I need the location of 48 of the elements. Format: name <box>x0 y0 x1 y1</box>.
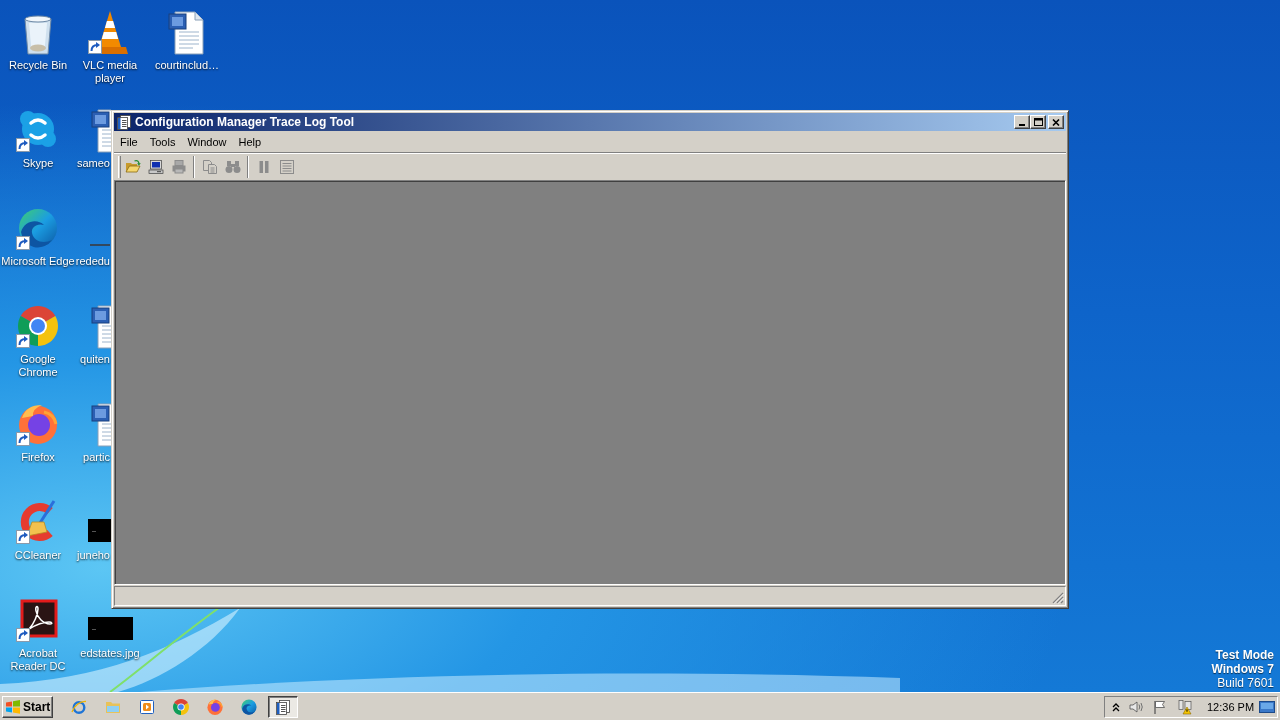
flag-icon[interactable] <box>1152 698 1168 715</box>
windows-flag-icon <box>5 698 21 715</box>
image-thumbnail-icon[interactable] <box>88 519 111 542</box>
image-thumbnail-icon[interactable] <box>87 617 133 640</box>
desktop-icon-label[interactable]: Skype <box>22 157 54 170</box>
desktop-notice-text: Windows 7 <box>1211 662 1274 676</box>
desktop-icon-label[interactable]: VLC media player <box>73 59 147 85</box>
flame-globe-icon[interactable] <box>207 698 223 715</box>
browser-logo-icon[interactable] <box>173 698 189 715</box>
menu-item[interactable]: Window <box>181 134 233 151</box>
network-warning-icon[interactable] <box>1177 698 1193 715</box>
log-document-icon <box>275 698 291 715</box>
log-document-icon <box>116 114 132 130</box>
chevron-up-icon[interactable] <box>1112 701 1120 712</box>
list-icon <box>278 159 295 175</box>
binoculars-icon <box>224 159 241 175</box>
window-title: Configuration Manager Trace Log Tool <box>135 114 355 131</box>
start-button[interactable]: Start <box>2 695 53 718</box>
minimize-button[interactable] <box>1014 115 1030 129</box>
desktop-icon-label[interactable]: sameo <box>73 157 110 170</box>
desktop-icon-label[interactable]: Google Chrome <box>0 353 76 379</box>
maximize-icon <box>1033 118 1043 126</box>
desktop-notice-text: Test Mode <box>1215 648 1274 662</box>
desktop-icon-label[interactable]: rededu <box>73 255 110 268</box>
wave-logo-icon[interactable] <box>241 698 257 715</box>
speaker-icon[interactable] <box>1128 698 1144 715</box>
clock-text[interactable]: 12:36 PM <box>1207 699 1255 714</box>
play-icon[interactable] <box>139 698 155 715</box>
desktop-icon-label[interactable]: quiten <box>73 353 110 366</box>
folder-icon <box>124 159 141 175</box>
pages-icon <box>201 159 218 175</box>
show-desktop-icon[interactable] <box>1259 699 1275 714</box>
menu-item[interactable]: Help <box>232 134 268 151</box>
globe-ring-icon[interactable] <box>71 698 87 715</box>
maximize-button[interactable] <box>1030 115 1046 129</box>
printer-icon <box>170 159 187 175</box>
desktop-icon-label[interactable]: Recycle Bin <box>8 59 68 72</box>
computer-icon <box>147 159 164 175</box>
close-icon <box>1052 118 1060 126</box>
menu-item[interactable]: File <box>114 134 144 151</box>
close-button[interactable] <box>1048 115 1064 129</box>
resize-grip-icon[interactable] <box>1052 592 1064 604</box>
desktop-icon-label[interactable]: courtinclud… <box>154 59 220 72</box>
menu-item[interactable]: Tools <box>143 134 182 151</box>
desktop-icon-label[interactable]: Microsoft Edge <box>1 255 75 268</box>
taskbar-window-button[interactable] <box>268 695 298 718</box>
desktop-notice-text: Build 7601 <box>1217 676 1274 690</box>
toolbar-grip-icon[interactable] <box>118 156 121 178</box>
